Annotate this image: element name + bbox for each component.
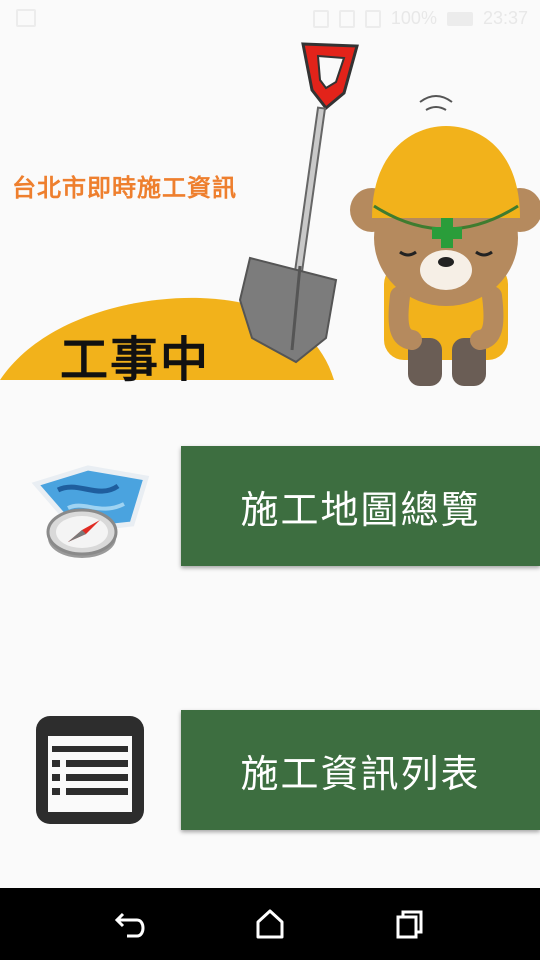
menu-row-map: 施工地圖總覽 — [0, 446, 540, 566]
wifi-icon — [338, 9, 355, 28]
shovel-icon — [238, 42, 359, 364]
status-bar: 100% 23:37 — [0, 0, 540, 38]
info-list-button[interactable]: 施工資訊列表 — [181, 710, 540, 830]
map-compass-icon[interactable] — [28, 450, 154, 562]
battery-percent: 100% — [390, 8, 437, 28]
navigation-bar — [0, 888, 540, 960]
back-icon[interactable] — [111, 904, 151, 944]
vibrate-icon — [312, 9, 329, 28]
home-icon[interactable] — [250, 904, 290, 944]
recent-apps-icon[interactable] — [389, 904, 429, 944]
menu-row-list: 施工資訊列表 — [0, 710, 540, 830]
bear-mascot-icon — [350, 95, 540, 386]
hero-banner: 台北市即時施工資訊 工事中 — [0, 38, 540, 398]
screenshot-icon — [16, 9, 36, 27]
list-document-icon[interactable] — [28, 714, 154, 826]
under-construction-label: 工事中 — [60, 332, 211, 388]
app-title: 台北市即時施工資訊 — [12, 174, 237, 202]
map-overview-button[interactable]: 施工地圖總覽 — [181, 446, 540, 566]
battery-icon — [446, 11, 473, 26]
signal-icon — [364, 9, 381, 28]
clock: 23:37 — [482, 8, 528, 28]
